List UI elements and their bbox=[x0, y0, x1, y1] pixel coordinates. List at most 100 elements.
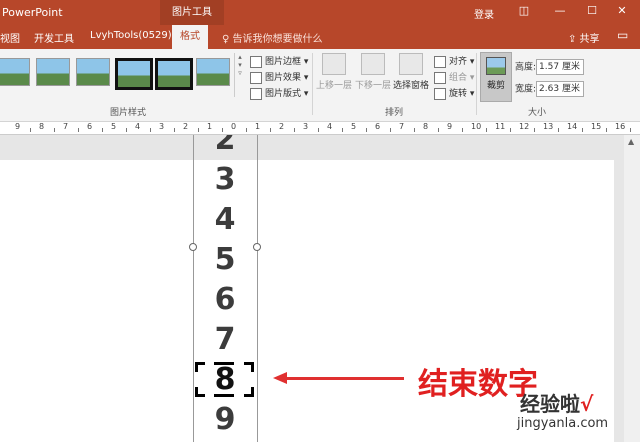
vertical-scrollbar[interactable]: ▲ bbox=[624, 135, 640, 442]
number-digit: 6 bbox=[214, 282, 236, 317]
height-row: 高度: 1.57 厘米 bbox=[515, 59, 585, 75]
picture-border-button[interactable]: 图片边框 ▾ bbox=[250, 54, 308, 68]
ruler-label: 13 bbox=[543, 122, 554, 131]
ruler-tick bbox=[366, 128, 367, 132]
ruler-label: 6 bbox=[87, 122, 93, 131]
ruler-label: 1 bbox=[207, 122, 213, 131]
tab-lvyhtools[interactable]: LvyhTools(0529) bbox=[90, 30, 172, 41]
picture-layout-button[interactable]: 图片版式 ▾ bbox=[250, 86, 308, 100]
border-icon bbox=[250, 55, 262, 68]
app-name: PowerPoint bbox=[2, 6, 63, 19]
selection-pane-button[interactable]: 选择窗格 bbox=[393, 53, 429, 91]
check-icon: √ bbox=[580, 392, 594, 416]
gallery-scroll-icon[interactable]: ▴ ▾ ▿ bbox=[234, 53, 245, 97]
divider bbox=[476, 53, 477, 115]
ruler-label: 14 bbox=[567, 122, 578, 131]
group-icon bbox=[434, 71, 446, 84]
rotate-button[interactable]: 旋转 ▾ bbox=[434, 86, 474, 100]
effects-icon bbox=[250, 71, 262, 84]
arrow-head bbox=[273, 372, 287, 384]
ruler-label: 0 bbox=[231, 122, 237, 131]
ruler-label: 3 bbox=[159, 122, 165, 131]
resize-handle[interactable] bbox=[253, 243, 261, 251]
number-digit: 4 bbox=[214, 202, 236, 237]
ruler-label: 15 bbox=[591, 122, 602, 131]
ruler-label: 5 bbox=[111, 122, 117, 131]
title-bar: PowerPoint 图片工具 登录 ◫ — ☐ ✕ bbox=[0, 0, 640, 25]
ruler-label: 12 bbox=[519, 122, 530, 131]
context-tool-label: 图片工具 bbox=[160, 0, 224, 25]
ruler-tick bbox=[294, 128, 295, 132]
send-backward-icon bbox=[361, 53, 385, 75]
close-icon[interactable]: ✕ bbox=[614, 4, 630, 17]
ruler-tick bbox=[510, 128, 511, 132]
number-digit: 8 bbox=[214, 362, 236, 397]
picture-style-thumb[interactable] bbox=[115, 58, 153, 90]
ruler-tick bbox=[54, 128, 55, 132]
group-label-size: 大小 bbox=[528, 108, 547, 118]
watermark-url: jingyanla.com bbox=[517, 416, 609, 431]
tab-format[interactable]: 格式 bbox=[172, 25, 208, 49]
picture-effects-button[interactable]: 图片效果 ▾ bbox=[250, 70, 308, 84]
ruler-label: 6 bbox=[375, 122, 381, 131]
ruler-tick bbox=[318, 128, 319, 132]
ruler-label: 3 bbox=[303, 122, 309, 131]
ruler-label: 16 bbox=[615, 122, 626, 131]
picture-style-thumb[interactable] bbox=[36, 58, 70, 86]
ruler-tick bbox=[606, 128, 607, 132]
ruler-tick bbox=[30, 128, 31, 132]
minimize-icon[interactable]: — bbox=[552, 4, 568, 17]
width-label: 宽度: bbox=[515, 84, 537, 95]
ruler-label: 4 bbox=[327, 122, 333, 131]
ruler-label: 9 bbox=[15, 122, 21, 131]
ruler-tick bbox=[342, 128, 343, 132]
crop-button[interactable]: 裁剪 bbox=[480, 52, 512, 102]
picture-style-thumb[interactable] bbox=[76, 58, 110, 86]
comment-icon[interactable]: ▭ bbox=[617, 28, 628, 42]
ruler-tick bbox=[630, 128, 631, 132]
ruler-tick bbox=[390, 128, 391, 132]
ribbon-display-icon[interactable]: ◫ bbox=[516, 4, 532, 17]
height-input[interactable]: 1.57 厘米 bbox=[536, 59, 585, 75]
crop-mark[interactable] bbox=[214, 394, 234, 397]
tab-developer[interactable]: 开发工具 bbox=[34, 30, 74, 45]
ruler-tick bbox=[102, 128, 103, 132]
group-label-arrange: 排列 bbox=[385, 108, 404, 118]
login-button[interactable]: 登录 bbox=[474, 6, 494, 21]
bring-forward-icon bbox=[322, 53, 346, 75]
width-input[interactable]: 2.63 厘米 bbox=[536, 81, 585, 97]
width-row: 宽度: 2.63 厘米 bbox=[515, 81, 585, 97]
ruler-label: 9 bbox=[447, 122, 453, 131]
maximize-icon[interactable]: ☐ bbox=[584, 4, 600, 17]
crop-icon bbox=[486, 57, 506, 75]
height-label: 高度: bbox=[515, 62, 537, 73]
share-button[interactable]: ⇪ 共享 bbox=[568, 30, 600, 45]
crop-mark[interactable] bbox=[195, 362, 198, 372]
scroll-up-icon[interactable]: ▲ bbox=[628, 137, 634, 146]
resize-handle[interactable] bbox=[189, 243, 197, 251]
picture-style-thumb[interactable] bbox=[0, 58, 30, 86]
ruler-label: 4 bbox=[135, 122, 141, 131]
crop-mark[interactable] bbox=[251, 387, 254, 397]
ruler-label: 1 bbox=[255, 122, 261, 131]
ruler-tick bbox=[414, 128, 415, 132]
number-digit: 9 bbox=[214, 402, 236, 437]
ruler-label: 11 bbox=[495, 122, 506, 131]
ruler-tick bbox=[462, 128, 463, 132]
group-button[interactable]: 组合 ▾ bbox=[434, 70, 474, 84]
picture-style-thumb[interactable] bbox=[155, 58, 193, 90]
crop-mark[interactable] bbox=[214, 362, 234, 365]
tell-me-search[interactable]: ♀ 告诉我你想要做什么 bbox=[222, 30, 323, 45]
align-button[interactable]: 对齐 ▾ bbox=[434, 54, 474, 68]
send-backward-button[interactable]: 下移一层 bbox=[355, 53, 391, 91]
ruler-tick bbox=[270, 128, 271, 132]
picture-style-thumb[interactable] bbox=[196, 58, 230, 86]
ruler-tick bbox=[222, 128, 223, 132]
crop-mark[interactable] bbox=[195, 387, 198, 397]
tab-view[interactable]: 视图 bbox=[0, 30, 20, 45]
crop-mark[interactable] bbox=[251, 362, 254, 372]
watermark-logo: 经验啦√ bbox=[520, 392, 594, 416]
ruler-label: 7 bbox=[63, 122, 69, 131]
ruler-label: 8 bbox=[39, 122, 45, 131]
bring-forward-button[interactable]: 上移一层 bbox=[316, 53, 352, 91]
